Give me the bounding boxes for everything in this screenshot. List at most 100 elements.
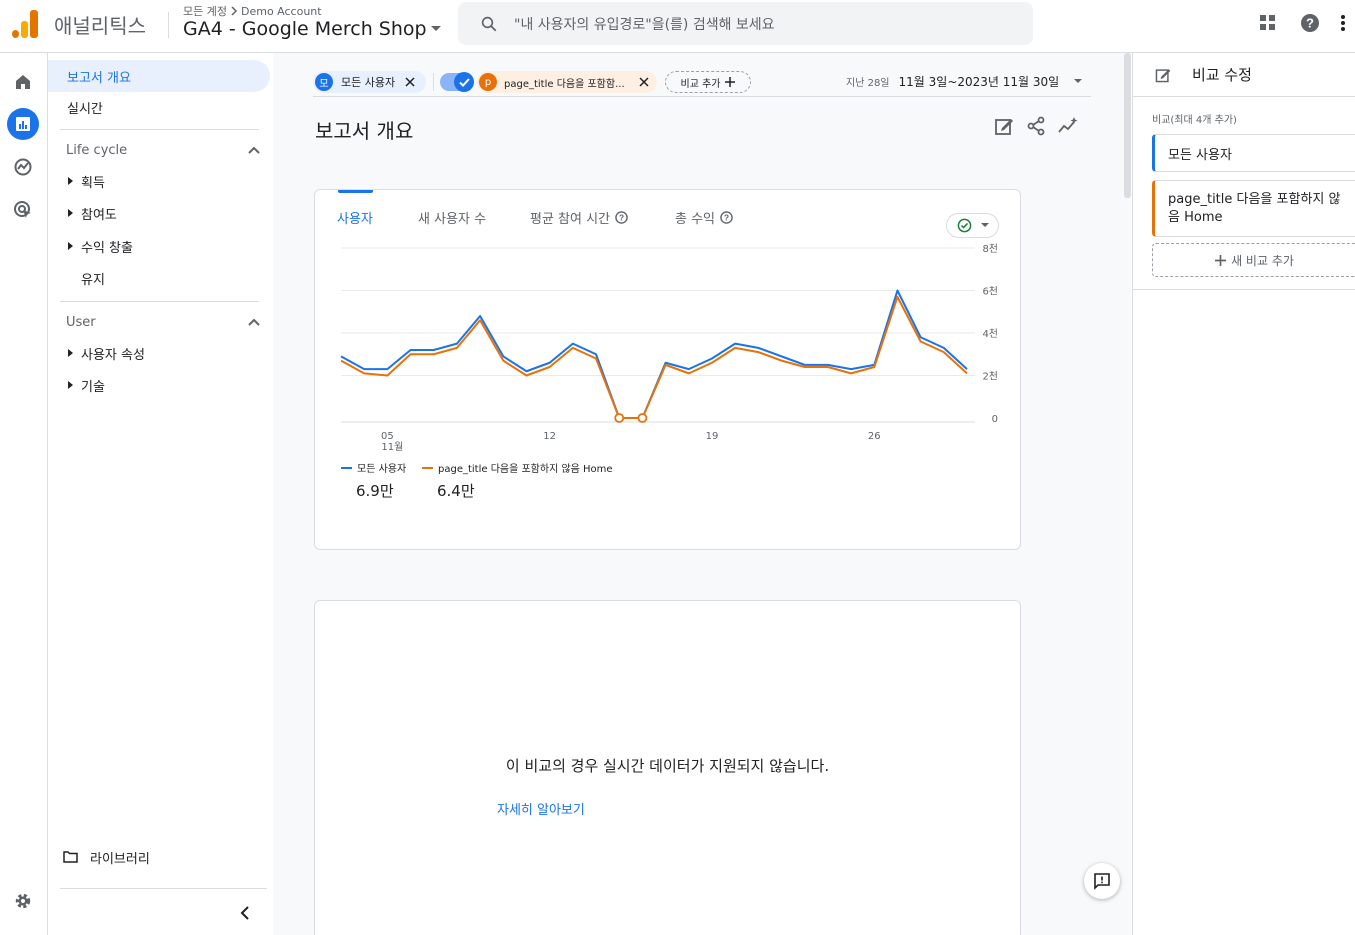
date-prefix: 지난 28일 [846,78,890,89]
learn-more-link[interactable]: 자세히 알아보기 [497,799,585,818]
legend-swatch [422,466,433,469]
section-label: Life cycle [66,142,128,158]
nav-realtime[interactable]: 실시간 [48,91,270,123]
chip-label: page_title 다음을 포함함... [504,78,625,90]
analytics-logo-icon[interactable] [12,10,38,38]
explore-icon[interactable] [7,151,39,183]
library-label: 라이브러리 [90,851,150,867]
nav-item-retention[interactable]: 유지 [60,265,105,291]
realtime-unsupported-message: 이 비교의 경우 실시간 데이터가 지원되지 않습니다. [505,757,830,775]
nav-item-label: 획득 [81,175,105,191]
comparison-panel: 비교 수정 비교(최대 4개 추가) 모든 사용자 page_title 다음을… [1132,53,1355,935]
date-range-picker[interactable]: 지난 28일 11월 3일~2023년 11월 30일 [846,73,1083,90]
help-icon[interactable]: ? [1289,10,1331,36]
caret-right-icon [60,349,81,357]
main-content: 모 모든 사용자 p page_title 다음을 포함함... 비교 추가 지… [273,53,1131,935]
add-new-comparison-button[interactable]: 새 비교 추가 [1152,243,1355,277]
chip-all-users[interactable]: 모 모든 사용자 [313,71,426,93]
reports-icon[interactable] [7,108,39,140]
chevron-right-icon [231,6,238,16]
comparison-item-all-users[interactable]: 모든 사용자 [1152,134,1355,172]
chip-divider [433,73,434,91]
page-title: 보고서 개요 [315,119,414,143]
caret-right-icon [60,209,81,217]
caret-right-icon [60,177,81,185]
nav-item-user-attributes[interactable]: 사용자 속성 [60,340,145,366]
legend-label: 모든 사용자 [357,464,407,475]
scrollbar-thumb[interactable] [1124,53,1131,198]
folder-icon [63,851,78,863]
nav-item-engagement[interactable]: 참여도 [60,200,117,226]
add-comparison-label: 새 비교 추가 [1231,253,1294,268]
add-compare-label: 비교 추가 [680,78,721,90]
insights-icon[interactable] [1057,115,1079,137]
nav-item-monetization[interactable]: 수익 창출 [60,233,133,259]
nav-reports-overview[interactable]: 보고서 개요 [48,60,270,92]
edit-report-icon[interactable] [993,115,1015,137]
x-tick-sublabel: 11월 [381,441,403,453]
series-line-page-title [340,295,968,419]
legend-swatch [341,466,352,469]
chevron-up-icon [248,318,260,326]
search-bar[interactable]: "내 사용자의 유입경로"을(를) 검색해 보세요 [458,2,1033,45]
add-comparison-button[interactable]: 비교 추가 [665,71,751,93]
comparison-label: page_title 다음을 포함하지 않음 Home [1168,191,1341,225]
nav-divider [60,888,267,889]
users-chart-card: 사용자 새 사용자 수 평균 참여 시간 ? 총 수익 ? 0 2천 4천 6천 8천 0… [314,189,1021,550]
feedback-button[interactable] [1084,863,1120,899]
avatar: p [479,73,497,91]
compare-toggle[interactable] [440,72,474,92]
nav-item-label: 사용자 속성 [81,347,145,363]
nav-item-acquisition[interactable]: 획득 [60,168,105,194]
title-actions [993,115,1079,137]
comparison-item-page-title[interactable]: page_title 다음을 포함하지 않음 Home [1152,180,1355,237]
edit-compare-icon [1155,68,1171,82]
property-name: GA4 - Google Merch Shop [183,18,427,40]
x-tick-label: 26 [868,431,881,442]
legend-total-page-title: 6.4만 [437,482,475,500]
nav-item-label: 수익 창출 [81,240,133,256]
comparison-bar: 모 모든 사용자 p page_title 다음을 포함함... 비교 추가 지… [313,68,1091,97]
nav-section-user[interactable]: User [66,310,260,334]
svg-text:?: ? [1306,16,1314,31]
app-name[interactable]: 애널리틱스 [54,10,146,39]
nav-section-lifecycle[interactable]: Life cycle [66,138,260,162]
legend-label: page_title 다음을 포함하지 않음 Home [438,464,613,475]
top-actions: ? [1247,10,1355,36]
crumb-root: 모든 계정 [183,5,227,18]
property-selector[interactable]: GA4 - Google Merch Shop [183,18,441,40]
apps-grid-icon[interactable] [1247,10,1289,36]
nav-divider [60,129,259,130]
account-breadcrumb[interactable]: 모든 계정 Demo Account [183,3,322,19]
share-icon[interactable] [1025,115,1047,137]
close-icon[interactable] [639,77,649,87]
nav-item-label: 참여도 [81,207,117,223]
y-tick-label: 4천 [982,328,998,340]
x-tick-label: 05 [381,431,394,442]
more-vert-icon[interactable] [1331,10,1355,36]
nav-library[interactable]: 라이브러리 [63,844,150,870]
search-icon [481,16,497,31]
nav-item-label: 유지 [81,272,105,288]
home-icon[interactable] [7,66,39,98]
header-divider [168,12,169,38]
top-bar: 애널리틱스 모든 계정 Demo Account GA4 - Google Me… [0,0,1355,53]
settings-gear-icon[interactable] [7,885,39,917]
collapse-chevron-icon[interactable] [240,905,250,924]
nav-item-tech[interactable]: 기술 [60,372,105,398]
plus-icon [1215,254,1227,266]
advertising-icon[interactable] [7,194,39,226]
y-tick-label: 8천 [982,243,998,255]
y-tick-label: 0 [992,414,998,425]
section-label: User [66,314,96,330]
close-icon[interactable] [405,77,415,87]
avatar: 모 [315,73,333,91]
x-tick-label: 19 [706,431,719,442]
users-line-chart: 0 2천 4천 6천 8천 0511월 12 19 26 [340,243,998,453]
panel-divider [1133,289,1355,290]
chip-page-title-filter[interactable]: p page_title 다음을 포함함... [477,71,657,93]
chevron-up-icon [248,146,260,154]
panel-header: 비교 수정 [1133,53,1355,97]
caret-right-icon [60,242,81,250]
date-range: 11월 3일~2023년 11월 30일 [898,75,1060,89]
